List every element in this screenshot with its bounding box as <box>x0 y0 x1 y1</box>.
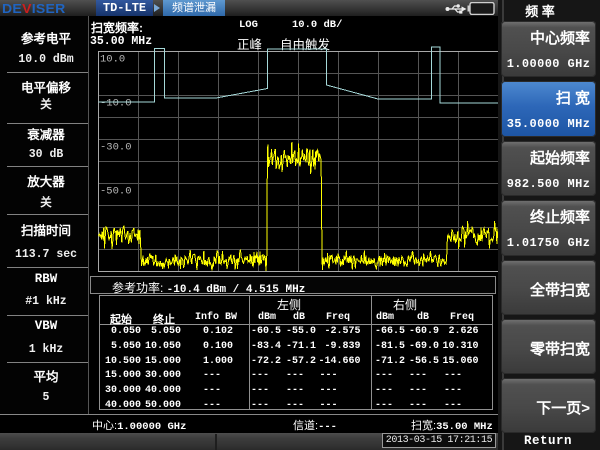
svg-text:-50.0: -50.0 <box>100 186 132 198</box>
svg-text:-30.0: -30.0 <box>100 142 132 154</box>
svg-text:10.0: 10.0 <box>100 54 125 66</box>
svg-text:-10.0: -10.0 <box>100 98 132 110</box>
